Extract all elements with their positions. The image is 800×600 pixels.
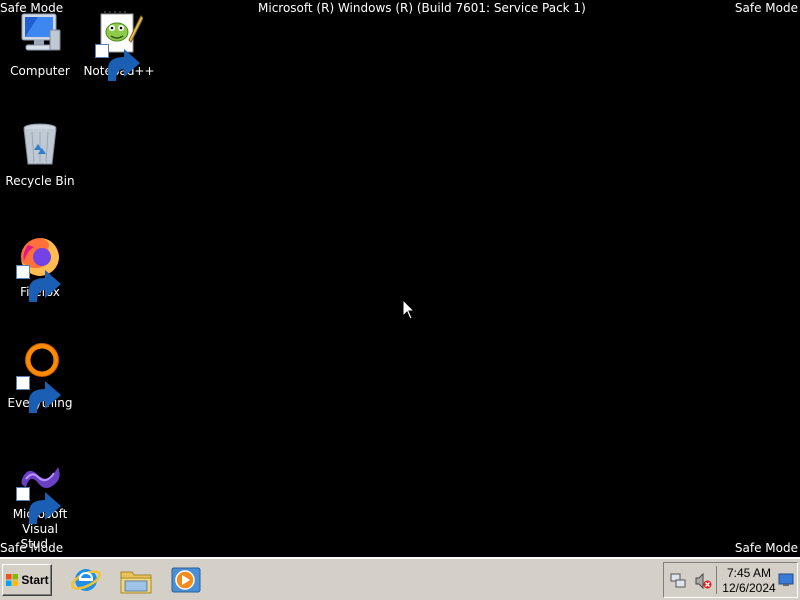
show-desktop-icon[interactable]: [778, 572, 794, 588]
tray-divider: [716, 566, 717, 594]
recycle-bin-icon: [16, 120, 64, 168]
desktop-icon-label: Recycle Bin: [5, 174, 75, 188]
safe-mode-label-bottom-right: Safe Mode: [734, 541, 798, 555]
desktop-icon-recycle-bin[interactable]: Recycle Bin: [2, 120, 78, 189]
computer-icon: [16, 10, 64, 58]
everything-icon: [16, 342, 64, 413]
firefox-icon: [16, 231, 64, 302]
desktop-icon-notepadpp[interactable]: Notepad++: [81, 10, 157, 81]
desktop-icon-visual-studio[interactable]: Microsoft Visual Stud...: [2, 453, 78, 552]
notepadpp-icon: [95, 10, 143, 81]
visual-studio-icon: [16, 453, 64, 524]
internet-explorer-icon[interactable]: [70, 565, 102, 595]
shortcut-arrow-icon: [16, 376, 61, 413]
taskbar: Start 7:45 AM 12/6/2024: [0, 557, 800, 600]
clock-time[interactable]: 7:45 AM: [719, 566, 779, 580]
start-label: Start: [21, 573, 49, 587]
volume-muted-icon[interactable]: [694, 572, 712, 590]
shortcut-arrow-icon: [16, 487, 61, 524]
desktop-icon-computer[interactable]: Computer: [2, 10, 78, 79]
network-icon[interactable]: [669, 572, 687, 590]
desktop-icon-label: Computer: [10, 64, 70, 78]
shortcut-arrow-icon: [95, 44, 140, 81]
windows-build-string: Microsoft (R) Windows (R) (Build 7601: S…: [258, 1, 586, 15]
system-tray: 7:45 AM 12/6/2024: [663, 562, 798, 598]
file-explorer-icon[interactable]: [120, 565, 152, 595]
windows-logo-icon: [6, 574, 19, 586]
clock-date[interactable]: 12/6/2024: [719, 581, 779, 595]
mouse-cursor-icon: [402, 299, 416, 320]
start-button[interactable]: Start: [2, 564, 52, 596]
desktop-icon-everything[interactable]: Everything: [2, 342, 78, 413]
media-player-icon[interactable]: [170, 565, 202, 595]
safe-mode-label-top-right: Safe Mode: [734, 1, 798, 15]
shortcut-arrow-icon: [16, 265, 61, 302]
desktop-icon-firefox[interactable]: Firefox: [2, 231, 78, 302]
